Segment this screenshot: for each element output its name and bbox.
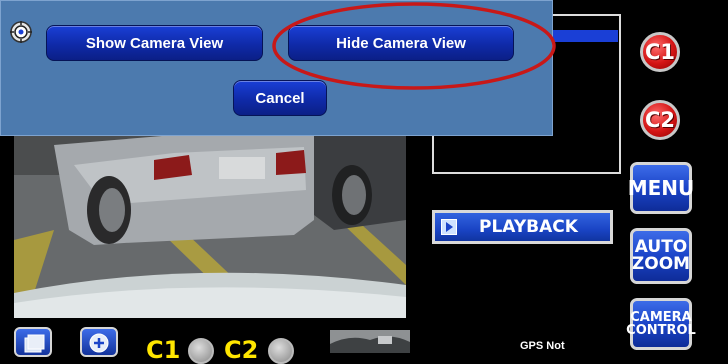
camera-control-label-line2: CONTROL bbox=[626, 323, 696, 338]
playback-label: PLAYBACK bbox=[479, 217, 578, 237]
zoom-in-icon bbox=[89, 333, 109, 353]
bottom-c1-label: C1 bbox=[146, 336, 181, 364]
bottom-c1-toggle[interactable] bbox=[188, 338, 214, 364]
auto-zoom-button[interactable]: AUTO ZOOM bbox=[630, 228, 692, 284]
crosshair-target-icon[interactable] bbox=[10, 21, 32, 43]
camera-control-button[interactable]: CAMERA CONTROL bbox=[626, 298, 696, 350]
cancel-button[interactable]: Cancel bbox=[233, 80, 327, 116]
camera-2-button[interactable]: C2 bbox=[640, 100, 680, 140]
snapshot-icon bbox=[24, 334, 45, 353]
camera-feed bbox=[14, 135, 406, 318]
preview-status-bar bbox=[550, 30, 618, 42]
bottom-c2-label: C2 bbox=[224, 336, 259, 364]
gps-status-text: GPS Not bbox=[520, 340, 565, 352]
menu-button[interactable]: MENU bbox=[628, 162, 694, 214]
play-icon bbox=[441, 219, 457, 235]
camera-view-popup: Show Camera View Hide Camera View Cancel bbox=[0, 0, 553, 136]
auto-zoom-label-line2: ZOOM bbox=[631, 254, 691, 274]
camera-1-button[interactable]: C1 bbox=[640, 32, 680, 72]
hide-camera-view-button[interactable]: Hide Camera View bbox=[288, 25, 514, 61]
show-camera-view-button[interactable]: Show Camera View bbox=[46, 25, 263, 61]
bottom-c2-toggle[interactable] bbox=[268, 338, 294, 364]
playback-button[interactable]: PLAYBACK bbox=[432, 210, 613, 244]
recording-thumbnail[interactable] bbox=[330, 330, 410, 353]
